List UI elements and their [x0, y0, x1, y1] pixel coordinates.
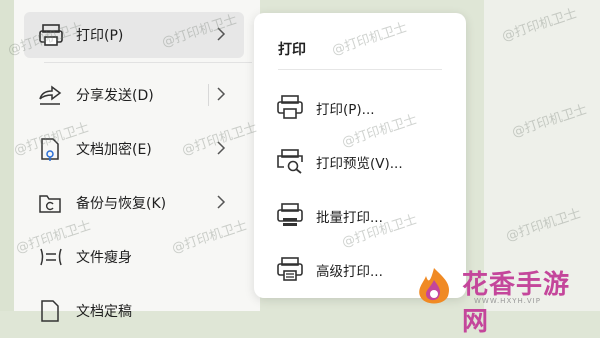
menu-item-label: 分享发送(D): [76, 88, 154, 104]
printer-icon: [277, 95, 303, 119]
menu-item-label: 备份与恢复(K): [76, 196, 167, 212]
submenu-item-label: 打印(P)...: [316, 102, 375, 118]
document-check-icon: [41, 300, 59, 322]
print-submenu: 打印 打印(P)... 打印预览(V)... 批量打印... 高级打印...: [254, 13, 466, 298]
menu-item-label: 文档加密(E): [76, 142, 152, 158]
chevron-right-icon: [217, 195, 226, 209]
brand-url: WWW.HXYH.VIP: [474, 297, 541, 305]
submenu-divider: [278, 69, 442, 70]
menu-item-finalize[interactable]: 文档定稿: [14, 288, 244, 334]
submenu-item-label: 高级打印...: [316, 264, 383, 280]
submenu-title: 打印: [278, 42, 306, 58]
batch-print-icon: [277, 203, 303, 226]
chevron-right-icon: [217, 87, 226, 101]
menu-item-share[interactable]: 分享发送(D): [14, 72, 244, 118]
backup-folder-icon: [39, 195, 61, 213]
menu-item-backup[interactable]: 备份与恢复(K): [14, 180, 244, 226]
advanced-print-icon: [277, 257, 303, 281]
submenu-item-preview[interactable]: 打印预览(V)...: [274, 141, 450, 181]
print-preview-icon: [277, 149, 303, 174]
menu-item-label: 文件瘦身: [76, 250, 132, 266]
menu-item-label: 文档定稿: [76, 304, 132, 320]
split-divider: [208, 84, 209, 106]
submenu-item-print[interactable]: 打印(P)...: [274, 87, 450, 127]
brand-logo: 花香手游网 WWW.HXYH.VIP: [412, 262, 592, 337]
menu-divider: [44, 62, 252, 63]
submenu-item-label: 打印预览(V)...: [316, 156, 403, 172]
brand-flame-icon: [419, 268, 450, 304]
share-icon: [39, 85, 62, 105]
